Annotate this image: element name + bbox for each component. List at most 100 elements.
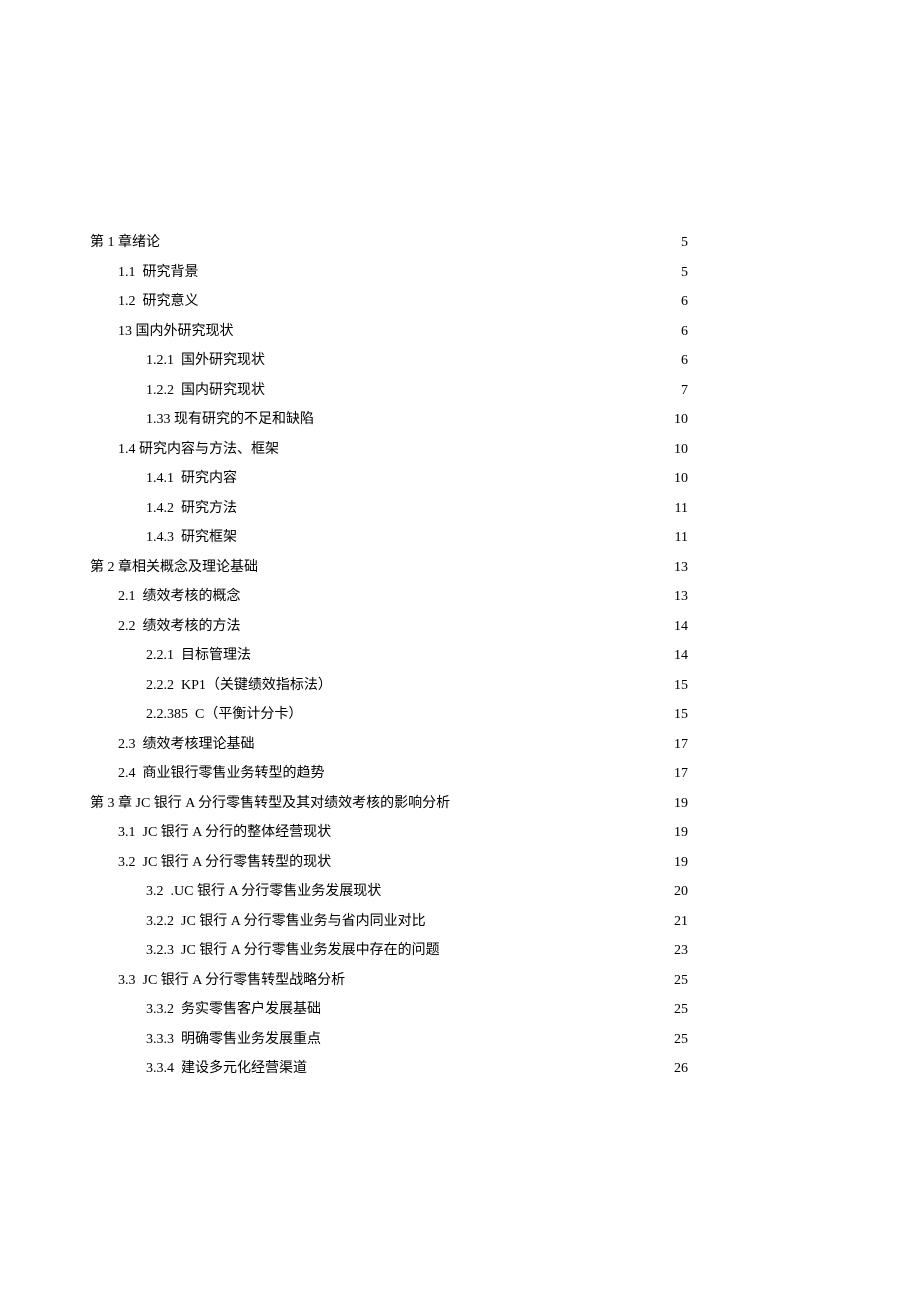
toc-gap xyxy=(174,464,181,494)
toc-title: 建设多元化经营渠道 xyxy=(181,1054,307,1084)
toc-entry: 1.4.3 研究框架11 xyxy=(90,523,688,553)
toc-leader-dots xyxy=(321,999,672,1013)
toc-page-number: 15 xyxy=(672,671,688,701)
toc-title: JC 银行 A 分行零售业务发展中存在的问题 xyxy=(181,936,440,966)
toc-leader-dots xyxy=(345,970,672,984)
toc-number: 1.1 xyxy=(118,258,136,288)
toc-leader-dots xyxy=(332,675,672,689)
toc-number: 1.2.2 xyxy=(146,376,174,406)
toc-entry: 2.2.2 KP1（关键绩效指标法）15 xyxy=(90,671,688,701)
toc-number: 3.2.2 xyxy=(146,907,174,937)
toc-number: 3.3.3 xyxy=(146,1025,174,1055)
toc-page-number: 19 xyxy=(672,848,688,878)
toc-title: JC 银行 A 分行零售转型的现状 xyxy=(143,848,332,878)
toc-title: 研究背景 xyxy=(143,258,199,288)
toc-number: 3.3.4 xyxy=(146,1054,174,1084)
toc-gap xyxy=(188,700,195,730)
toc-number: 1.4.2 xyxy=(146,494,174,524)
toc-number: 3.3 xyxy=(118,966,136,996)
toc-number: 13 xyxy=(118,317,132,347)
toc-title: 商业银行零售业务转型的趋势 xyxy=(143,759,325,789)
toc-entry: 2.1 绩效考核的概念13 xyxy=(90,582,688,612)
toc-page-number: 15 xyxy=(672,700,688,730)
toc-title: 国内外研究现状 xyxy=(136,317,234,347)
toc-number: 1.2.1 xyxy=(146,346,174,376)
toc-leader-dots xyxy=(381,881,672,895)
toc-gap xyxy=(174,1025,181,1055)
toc-leader-dots xyxy=(321,1029,672,1043)
toc-entry: 13 国内外研究现状6 xyxy=(90,317,688,347)
toc-number: 第 2 章 xyxy=(90,553,132,583)
toc-number: 1.33 xyxy=(146,405,171,435)
toc-entry: 3.3.4 建设多元化经营渠道 26 xyxy=(90,1054,688,1084)
toc-title: JC 银行 A 分行零售业务与省内同业对比 xyxy=(181,907,426,937)
toc-gap xyxy=(174,1054,181,1084)
toc-gap xyxy=(174,523,181,553)
toc-entry: 1.33 现有研究的不足和缺陷10 xyxy=(90,405,688,435)
toc-title: .UC 银行 A 分行零售业务发展现状 xyxy=(171,877,382,907)
toc-number: 第 3 章 xyxy=(90,789,132,819)
toc-page-number: 25 xyxy=(672,995,688,1025)
toc-page-number: 11 xyxy=(673,494,688,524)
toc-title: 国内研究现状 xyxy=(181,376,265,406)
toc-entry: 3.1 JC 银行 A 分行的整体经营现状19 xyxy=(90,818,688,848)
toc-number: 2.2 xyxy=(118,612,136,642)
toc-title: JC 银行 A 分行的整体经营现状 xyxy=(143,818,332,848)
toc-gap xyxy=(136,818,143,848)
toc-title: 绩效考核理论基础 xyxy=(143,730,255,760)
toc-number: 3.2.3 xyxy=(146,936,174,966)
toc-entry: 1.2.1 国外研究现状6 xyxy=(90,346,688,376)
toc-number: 2.3 xyxy=(118,730,136,760)
toc-title: 相关概念及理论基础 xyxy=(132,553,258,583)
toc-page-number: 25 xyxy=(672,966,688,996)
toc-leader-dots xyxy=(450,793,672,807)
toc-title: KP1（关键绩效指标法） xyxy=(181,671,332,701)
toc-page-number: 19 xyxy=(672,818,688,848)
toc-leader-dots xyxy=(265,350,679,364)
toc-page-number: 17 xyxy=(672,730,688,760)
toc-leader-dots xyxy=(426,911,672,925)
toc-leader-dots xyxy=(234,321,680,335)
toc-leader-dots xyxy=(237,468,672,482)
toc-page-number: 5 xyxy=(679,258,688,288)
toc-page-number: 7 xyxy=(679,376,688,406)
toc-entry: 1.4.2 研究方法11 xyxy=(90,494,688,524)
toc-entry: 3.2 .UC 银行 A 分行零售业务发展现状20 xyxy=(90,877,688,907)
toc-gap xyxy=(164,877,171,907)
toc-page-number: 11 xyxy=(673,523,688,553)
toc-title: 研究内容 xyxy=(181,464,237,494)
toc-entry: 1.1 研究背景 5 xyxy=(90,258,688,288)
toc-title: 研究意义 xyxy=(143,287,199,317)
toc-title: 现有研究的不足和缺陷 xyxy=(174,405,314,435)
toc-title: JC 银行 A 分行零售转型战略分析 xyxy=(143,966,346,996)
toc-page-number: 21 xyxy=(672,907,688,937)
toc-title: 务实零售客户发展基础 xyxy=(181,995,321,1025)
toc-leader-dots xyxy=(302,704,672,718)
toc-page-number: 10 xyxy=(672,464,688,494)
toc-number: 2.4 xyxy=(118,759,136,789)
toc-title: 绩效考核的方法 xyxy=(143,612,241,642)
toc-entry: 第 1 章绪论5 xyxy=(90,228,688,258)
toc-leader-dots xyxy=(279,439,672,453)
toc-number: 2.2.385 xyxy=(146,700,188,730)
toc-page-number: 13 xyxy=(672,582,688,612)
toc-number: 3.2 xyxy=(146,877,164,907)
toc-entry: 3.2.3 JC 银行 A 分行零售业务发展中存在的问题23 xyxy=(90,936,688,966)
toc-gap xyxy=(174,346,181,376)
toc-entry: 1.4 研究内容与方法、框架10 xyxy=(90,435,688,465)
toc-title: 绪论 xyxy=(132,228,160,258)
toc-entry: 3.3 JC 银行 A 分行零售转型战略分析 25 xyxy=(90,966,688,996)
toc-number: 2.2.1 xyxy=(146,641,174,671)
toc-gap xyxy=(174,907,181,937)
toc-page-number: 13 xyxy=(672,553,688,583)
toc-gap xyxy=(136,287,143,317)
toc-leader-dots xyxy=(237,527,673,541)
toc-number: 第 1 章 xyxy=(90,228,132,258)
document-page: 第 1 章绪论51.1 研究背景51.2 研究意义613 国内外研究现状61.2… xyxy=(0,0,920,1301)
toc-entry: 3.2 JC 银行 A 分行零售转型的现状19 xyxy=(90,848,688,878)
toc-title: 研究框架 xyxy=(181,523,237,553)
toc-page-number: 26 xyxy=(672,1054,688,1084)
toc-leader-dots xyxy=(331,822,672,836)
toc-number: 1.2 xyxy=(118,287,136,317)
toc-leader-dots xyxy=(199,291,680,305)
